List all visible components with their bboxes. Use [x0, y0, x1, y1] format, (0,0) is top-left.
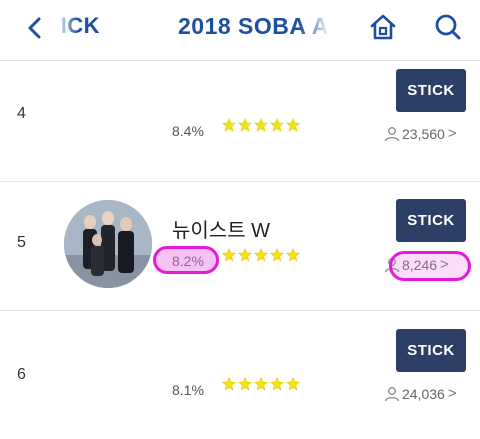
star-icon: [286, 248, 300, 262]
chevron-left-icon[interactable]: [20, 13, 50, 43]
top-bar: STICK 2018 SOBA AWARDS: [0, 0, 480, 58]
star-icon: [270, 248, 284, 262]
vote-count-value: 24,036: [402, 385, 445, 402]
marquee-fade-left: [56, 8, 78, 48]
chevron-right-icon: >: [447, 125, 457, 142]
star-icon: [254, 248, 268, 262]
star-icon: [254, 377, 268, 391]
marquee-fade-right: [300, 8, 330, 48]
vote-percent: 8.1%: [172, 382, 204, 398]
vote-percent: 8.4%: [172, 123, 204, 139]
rank-number: 6: [17, 366, 26, 383]
star-rating: [222, 248, 300, 268]
vote-count-value: 23,560: [402, 125, 445, 142]
star-rating: [222, 377, 300, 397]
vote-count[interactable]: 24,036 >: [384, 385, 457, 402]
list-item: 6 8.1% STICK 24,036 >: [0, 311, 480, 431]
stick-button[interactable]: STICK: [396, 69, 466, 112]
home-icon[interactable]: [367, 11, 399, 43]
user-icon: [384, 386, 400, 401]
star-icon: [222, 248, 236, 262]
list-item: 5 뉴이스트 W 8.2% STICK 8,246 >: [0, 182, 480, 302]
star-icon: [238, 377, 252, 391]
star-icon: [238, 248, 252, 262]
artist-name: 뉴이스트 W: [172, 220, 271, 242]
group-photo-image: [64, 200, 152, 288]
stick-button[interactable]: STICK: [396, 199, 466, 242]
star-icon: [270, 118, 284, 132]
rank-number: 5: [17, 234, 26, 251]
avatar: [64, 200, 152, 288]
star-icon: [286, 377, 300, 391]
search-icon[interactable]: [432, 11, 464, 43]
star-icon: [222, 118, 236, 132]
star-icon: [286, 118, 300, 132]
percent-highlight-mark: [153, 246, 219, 274]
star-icon: [238, 118, 252, 132]
votes-highlight-mark: [389, 251, 471, 281]
list-item: 4 8.4% STICK 23,560 >: [0, 61, 480, 181]
user-icon: [384, 126, 400, 141]
rank-number: 4: [17, 105, 26, 122]
star-icon: [270, 377, 284, 391]
star-icon: [222, 377, 236, 391]
stick-button[interactable]: STICK: [396, 329, 466, 372]
vote-count[interactable]: 23,560 >: [384, 125, 457, 142]
chevron-right-icon: >: [447, 385, 457, 402]
star-rating: [222, 118, 300, 138]
star-icon: [254, 118, 268, 132]
